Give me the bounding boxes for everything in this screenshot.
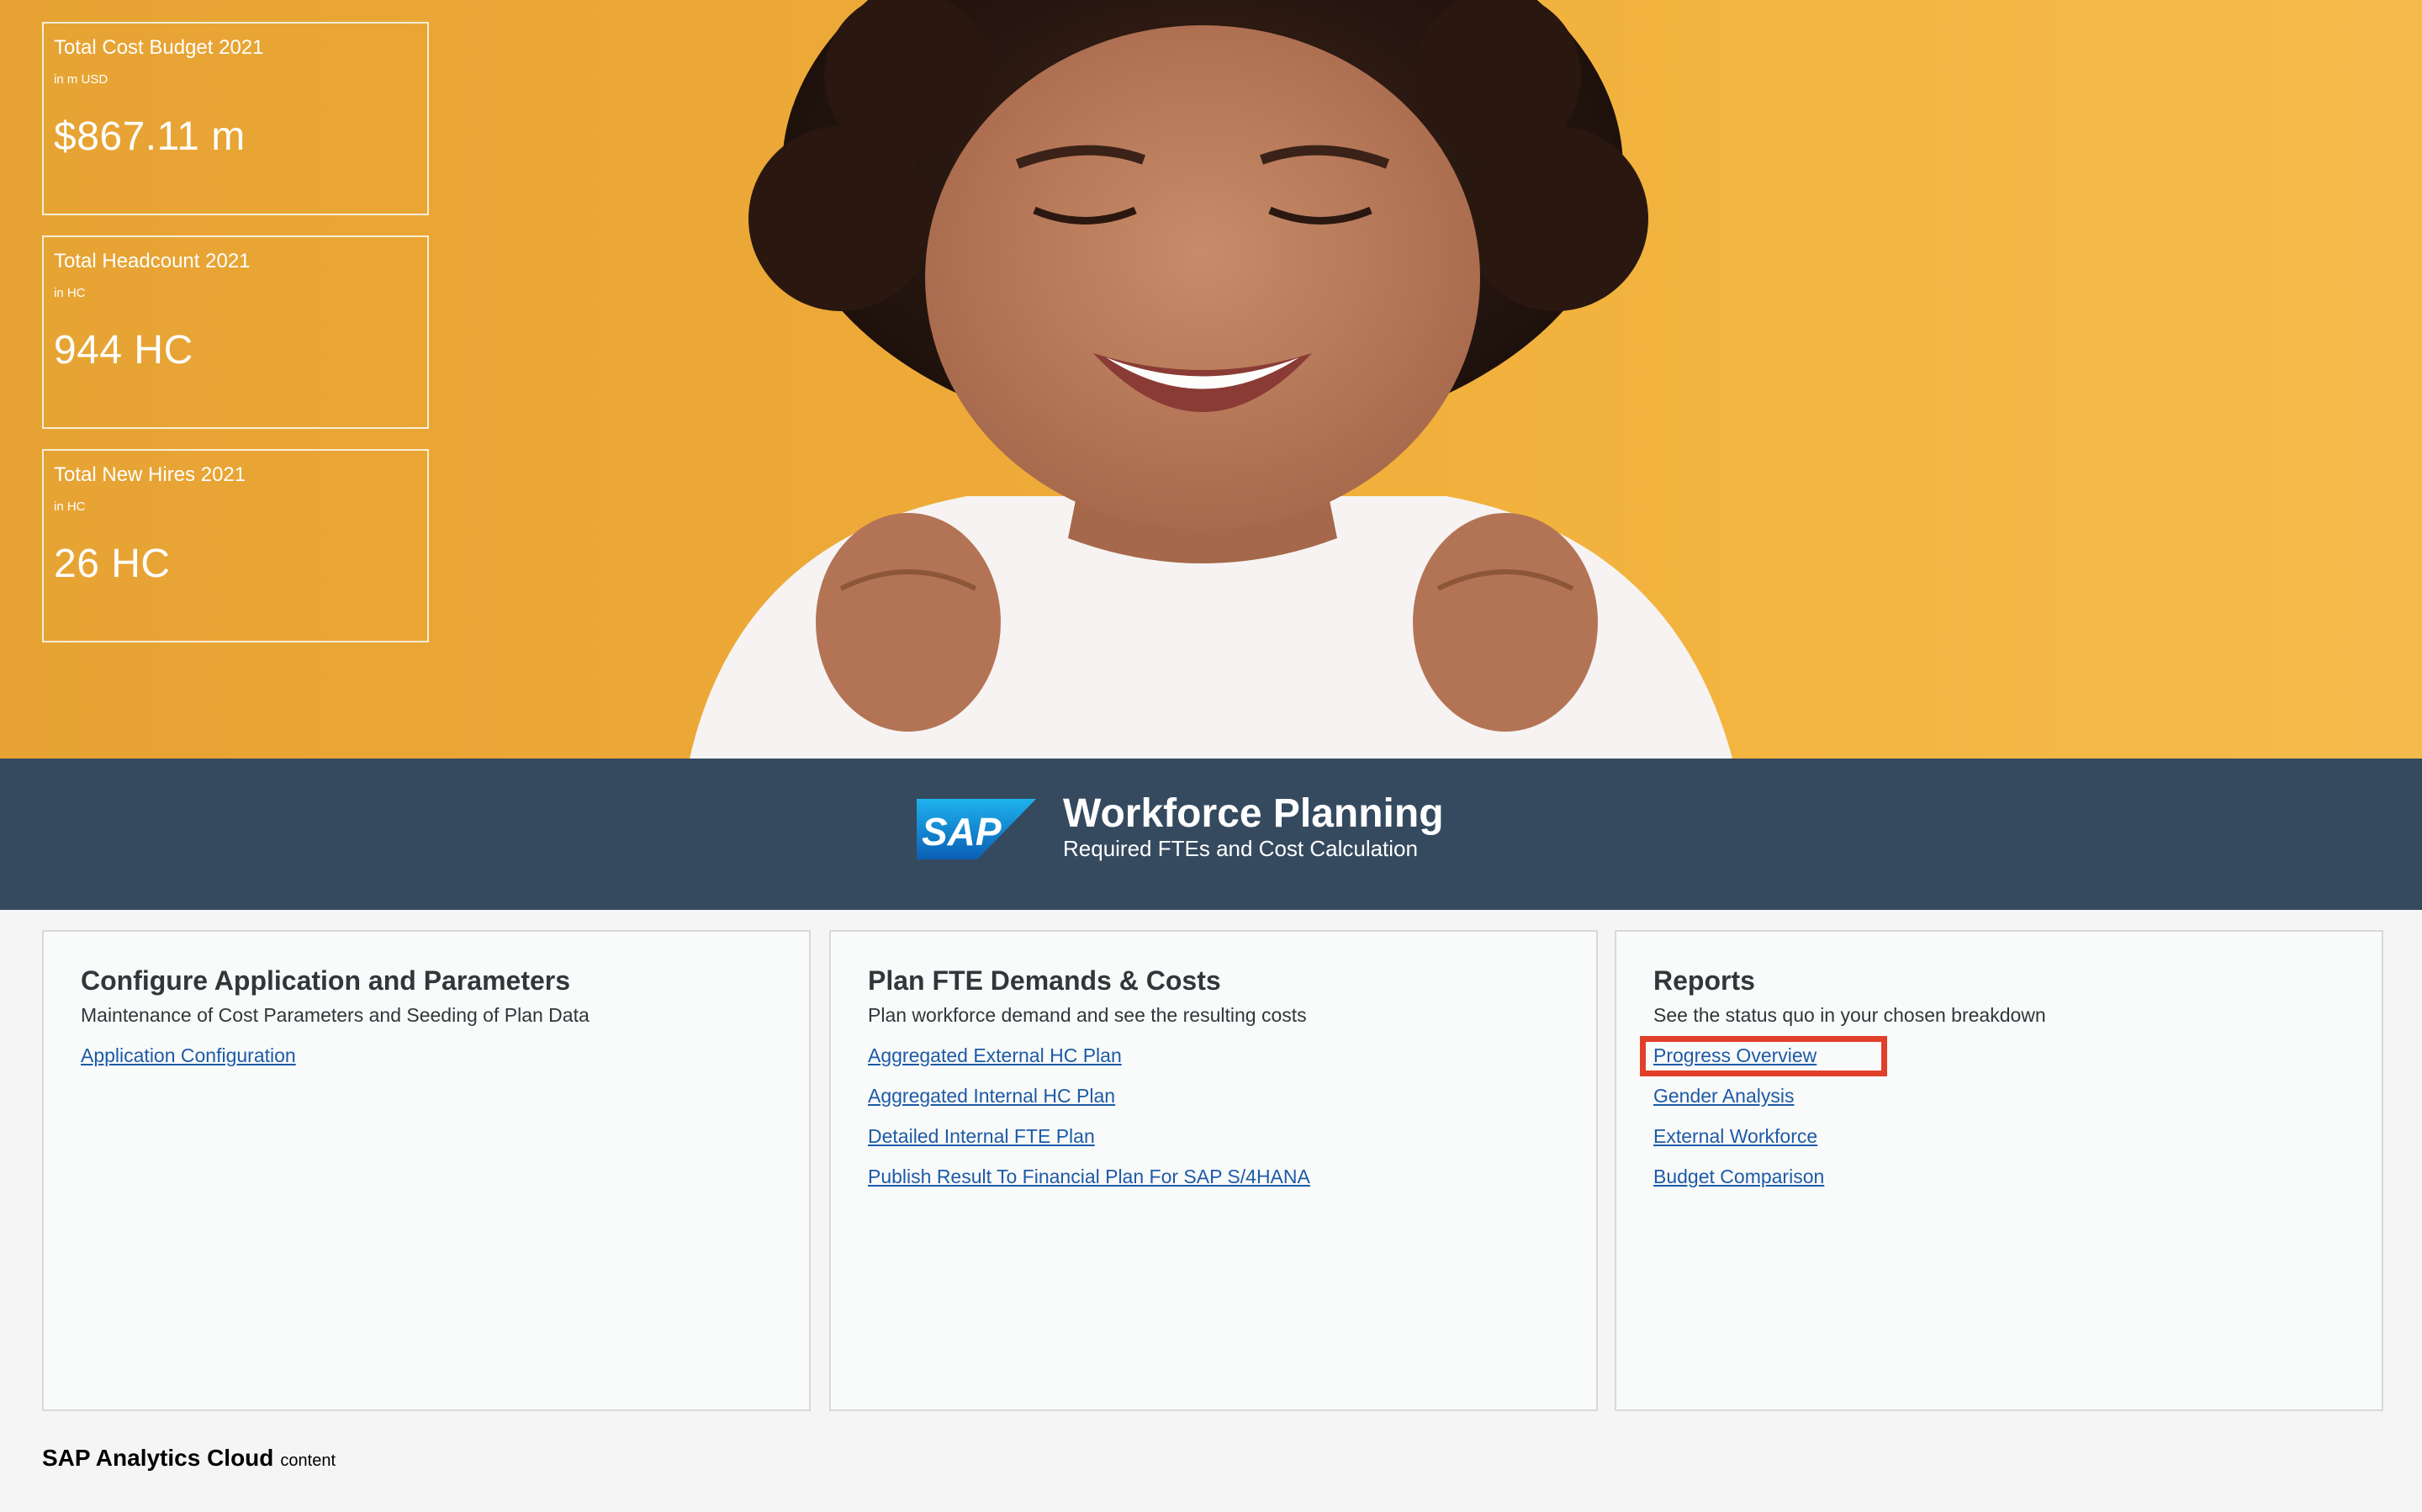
tile-description: See the status quo in your chosen breakd…	[1653, 1004, 2046, 1026]
kpi-unit: in HC	[54, 500, 86, 514]
link-external-workforce[interactable]: External Workforce	[1653, 1123, 1817, 1149]
tile-configure: Configure Application and Parameters Mai…	[42, 930, 811, 1411]
hero-banner: Total Cost Budget 2021 in m USD $867.11 …	[0, 0, 2422, 759]
title-banner: SAP Workforce Planning Required FTEs and…	[0, 759, 2422, 910]
kpi-title: Total New Hires 2021	[54, 463, 246, 486]
tile-title: Plan FTE Demands & Costs	[868, 965, 1221, 996]
link-publish-result-financial-plan[interactable]: Publish Result To Financial Plan For SAP…	[868, 1164, 1310, 1189]
link-application-configuration[interactable]: Application Configuration	[81, 1043, 296, 1068]
tile-description: Plan workforce demand and see the result…	[868, 1004, 1307, 1026]
kpi-unit: in m USD	[54, 72, 108, 87]
link-gender-analysis[interactable]: Gender Analysis	[1653, 1083, 1794, 1108]
tile-reports: Reports See the status quo in your chose…	[1615, 930, 2383, 1411]
app-subtitle: Required FTEs and Cost Calculation	[1063, 836, 1418, 861]
tile-links: Progress Overview Gender Analysis Extern…	[1640, 1036, 2345, 1189]
kpi-unit: in HC	[54, 286, 86, 300]
kpi-value: 944 HC	[54, 328, 193, 373]
link-aggregated-internal-hc-plan[interactable]: Aggregated Internal HC Plan	[868, 1083, 1115, 1108]
kpi-title: Total Cost Budget 2021	[54, 36, 264, 59]
link-aggregated-external-hc-plan[interactable]: Aggregated External HC Plan	[868, 1043, 1122, 1068]
tile-title: Configure Application and Parameters	[81, 965, 571, 996]
app-title: Workforce Planning	[1063, 791, 1444, 836]
kpi-card-new-hires: Total New Hires 2021 in HC 26 HC	[42, 449, 429, 642]
kpi-card-cost-budget: Total Cost Budget 2021 in m USD $867.11 …	[42, 22, 429, 215]
tile-plan: Plan FTE Demands & Costs Plan workforce …	[829, 930, 1598, 1411]
tile-description: Maintenance of Cost Parameters and Seedi…	[81, 1004, 590, 1026]
sap-logo-text: SAP	[922, 810, 1002, 854]
link-detailed-internal-fte-plan[interactable]: Detailed Internal FTE Plan	[868, 1123, 1095, 1149]
footer-brand: SAP Analytics Cloud	[42, 1445, 274, 1471]
tile-links: Aggregated External HC Plan Aggregated I…	[868, 1043, 1559, 1189]
kpi-card-headcount: Total Headcount 2021 in HC 944 HC	[42, 235, 429, 429]
kpi-title: Total Headcount 2021	[54, 250, 251, 272]
kpi-value: $867.11 m	[54, 114, 246, 159]
tile-title: Reports	[1653, 965, 1755, 996]
link-budget-comparison[interactable]: Budget Comparison	[1653, 1164, 1824, 1189]
kpi-value: 26 HC	[54, 542, 171, 586]
footer-suffix: content	[280, 1451, 336, 1470]
tile-links: Application Configuration	[81, 1043, 772, 1068]
sap-logo: SAP	[917, 799, 1036, 859]
footer: SAP Analytics Cloud content	[42, 1445, 336, 1472]
link-progress-overview[interactable]: Progress Overview	[1653, 1043, 1816, 1068]
progress-overview-wrapper: Progress Overview	[1640, 1036, 1887, 1076]
